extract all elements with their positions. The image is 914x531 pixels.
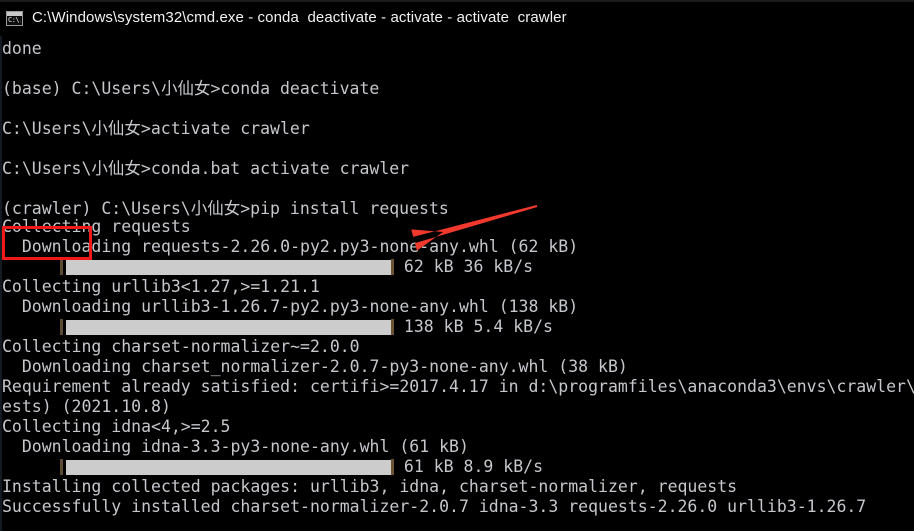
console-line: Downloading idna-3.3-py3-none-any.whl (6…: [2, 437, 469, 456]
cmd-console-window: C:\. C:\Windows\system32\cmd.exe - conda…: [0, 0, 914, 531]
console-line: C:\Users\小仙女>conda.bat activate crawler: [2, 159, 410, 178]
console-line: (crawler) C:\Users\小仙女>pip install reque…: [2, 199, 449, 218]
window-titlebar[interactable]: C:\. C:\Windows\system32\cmd.exe - conda…: [0, 0, 914, 36]
progress-bar-fill: [66, 320, 391, 335]
progress-bar-start-tick: [60, 259, 63, 275]
console-line: Downloading urllib3-1.26.7-py2.py3-none-…: [2, 297, 579, 316]
progress-bar-fill: [66, 260, 391, 275]
console-output-area[interactable]: done (base) C:\Users\小仙女>conda deactivate…: [0, 36, 914, 531]
progress-bar-label: 62 kB 36 kB/s: [394, 257, 534, 276]
console-line: done: [2, 39, 42, 58]
progress-bar-row: 62 kB 36 kB/s: [0, 257, 914, 277]
titlebar-top-border: [0, 0, 914, 2]
console-line: Requirement already satisfied: certifi>=…: [2, 377, 914, 396]
console-line: Downloading charset_normalizer-2.0.7-py3…: [2, 357, 628, 376]
progress-bar-start-tick: [60, 319, 63, 335]
progress-bar-row: 138 kB 5.4 kB/s: [0, 317, 914, 337]
console-line: ests) (2021.10.8): [2, 397, 171, 416]
progress-bar-row: 61 kB 8.9 kB/s: [0, 457, 914, 477]
console-line: Downloading requests-2.26.0-py2.py3-none…: [2, 237, 579, 256]
console-line: Collecting urllib3<1.27,>=1.21.1: [2, 277, 320, 296]
window-title-text: C:\Windows\system32\cmd.exe - conda deac…: [32, 9, 567, 26]
console-line: Successfully installed charset-normalize…: [2, 497, 867, 516]
console-line: Collecting requests: [2, 217, 191, 236]
console-line: (base) C:\Users\小仙女>conda deactivate: [2, 79, 380, 98]
progress-bar-label: 61 kB 8.9 kB/s: [394, 457, 544, 476]
progress-bar-fill: [66, 460, 391, 475]
console-line: Collecting idna<4,>=2.5: [2, 417, 231, 436]
progress-bar-start-tick: [60, 459, 63, 475]
cmd-icon-prompt-glyph: C:\.: [8, 16, 21, 24]
console-line: Installing collected packages: urllib3, …: [2, 477, 738, 496]
console-line: C:\Users\小仙女>activate crawler: [2, 119, 310, 138]
cmd-console-icon: C:\.: [6, 11, 23, 26]
progress-bar-label: 138 kB 5.4 kB/s: [394, 317, 553, 336]
console-line: Collecting charset-normalizer~=2.0.0: [2, 337, 360, 356]
